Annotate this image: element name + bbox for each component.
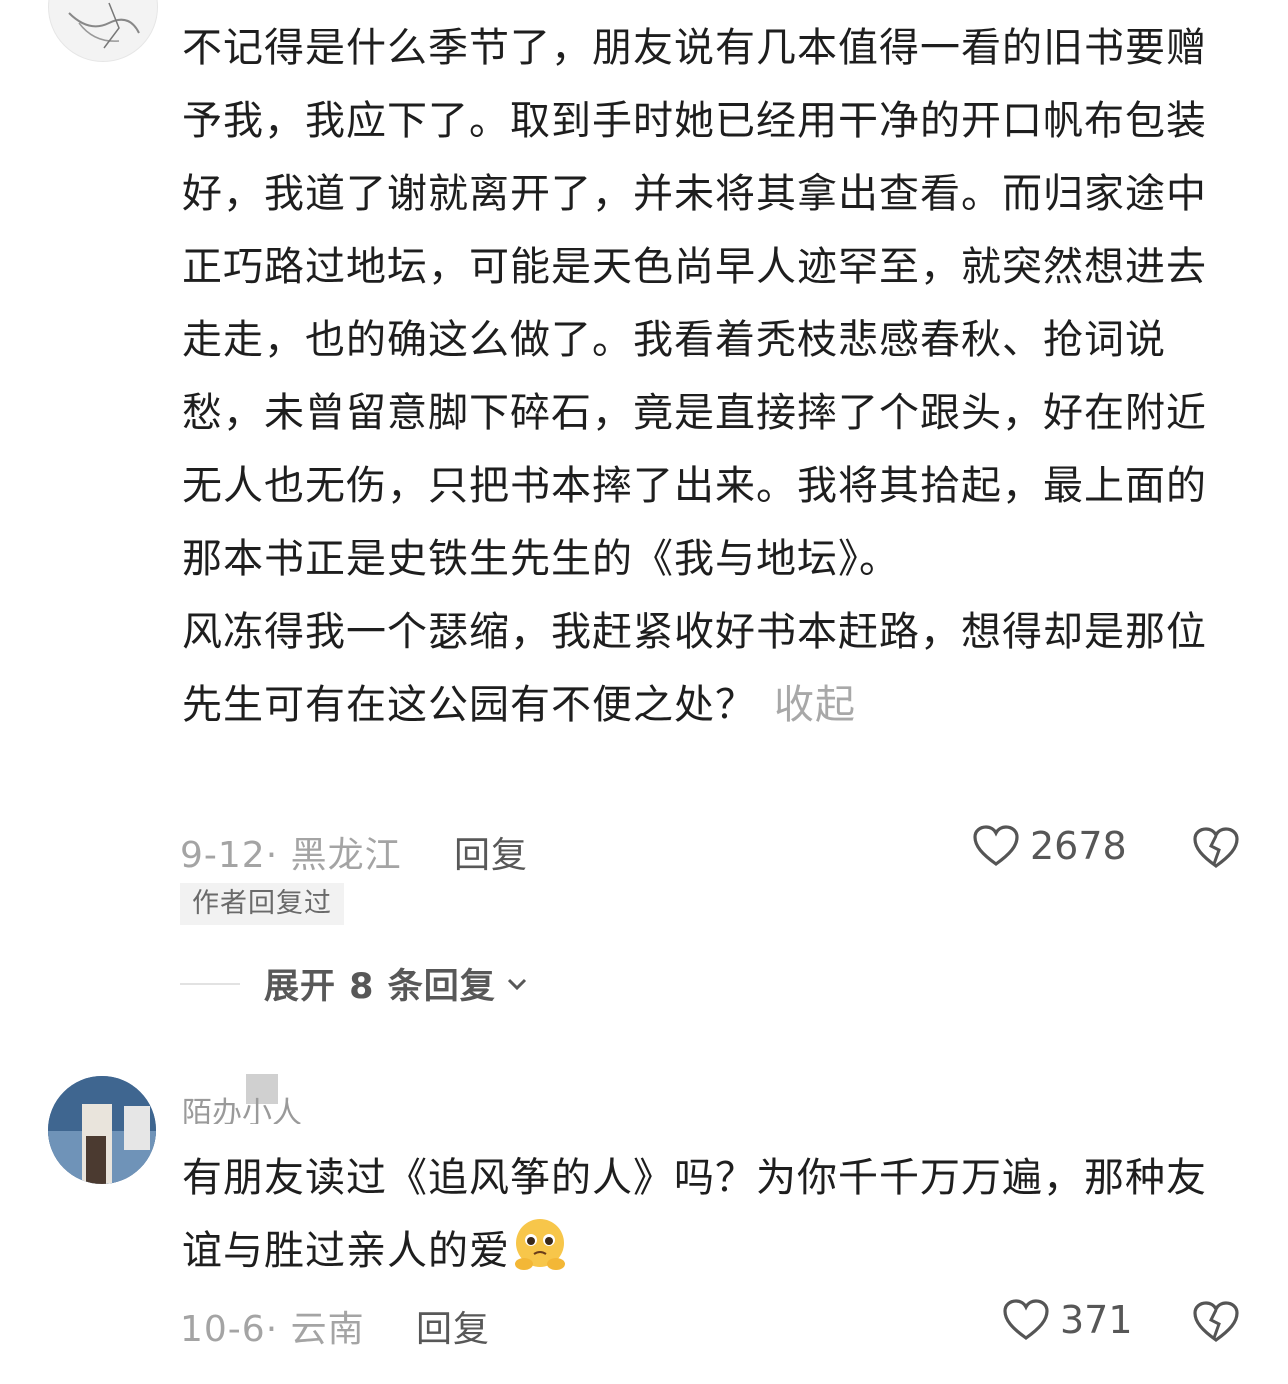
heart-icon: [973, 825, 1019, 866]
expand-replies-label: 展开 8 条回复: [264, 967, 496, 1007]
username[interactable]: 陌办小人: [182, 1088, 302, 1124]
like-count: 371: [1060, 1298, 1133, 1342]
avatar[interactable]: [48, 0, 158, 62]
broken-heart-icon: [1193, 827, 1239, 868]
reply-button[interactable]: 回复: [454, 826, 528, 878]
comment-text: 不记得是什么季节了，朋友说有几本值得一看的旧书要赠予我，我应下了。取到手时她已经…: [182, 25, 1207, 728]
broken-heart-icon: [1193, 1301, 1239, 1342]
comment-text: 有朋友读过《追风筝的人》吗？为你千千万万遍，那种友谊与胜过亲人的爱: [182, 1155, 1207, 1274]
pleading-face-emoji-icon: [510, 1216, 570, 1296]
like-button[interactable]: 2678: [972, 824, 1127, 868]
heart-icon: [1003, 1299, 1049, 1340]
reply-button[interactable]: 回复: [416, 1300, 490, 1352]
author-replied-badge: 作者回复过: [180, 883, 344, 925]
comment-body: 不记得是什么季节了，朋友说有几本值得一看的旧书要赠予我，我应下了。取到手时她已经…: [182, 12, 1244, 742]
dislike-button[interactable]: [1192, 1300, 1240, 1348]
comment-meta: 10-6· 云南: [180, 1309, 365, 1350]
photo-avatar-icon: [48, 1076, 156, 1184]
comment-body: 有朋友读过《追风筝的人》吗？为你千千万万遍，那种友谊与胜过亲人的爱: [182, 1142, 1244, 1296]
like-button[interactable]: 371: [1002, 1298, 1133, 1342]
like-count: 2678: [1030, 824, 1127, 868]
chevron-down-icon: [507, 978, 526, 990]
dislike-button[interactable]: [1192, 826, 1240, 874]
comment-meta: 9-12· 黑龙江: [180, 835, 402, 876]
sketch-avatar-icon: [68, 2, 140, 49]
collapse-button[interactable]: 收起: [774, 682, 856, 728]
avatar[interactable]: [48, 1076, 156, 1184]
expand-replies-button[interactable]: 展开 8 条回复: [180, 958, 532, 1009]
divider-line: [180, 982, 240, 985]
